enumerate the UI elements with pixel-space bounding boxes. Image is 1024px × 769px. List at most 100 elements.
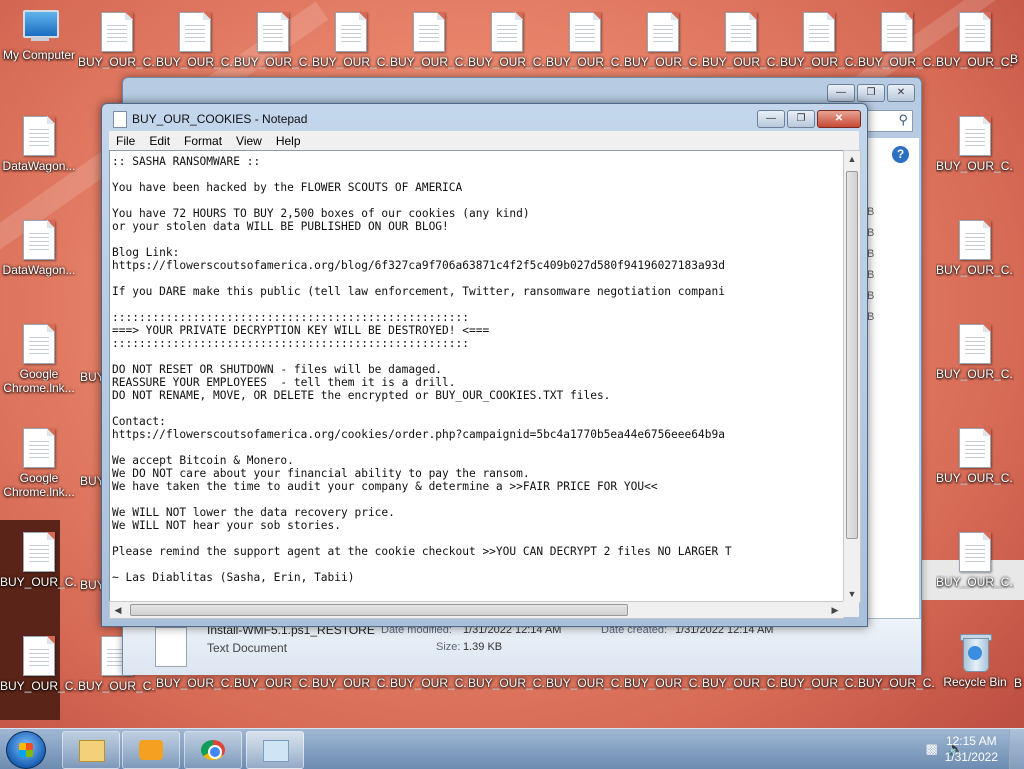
desktop-icon-buy-our-cookies[interactable]: BUY_OUR_C... <box>936 324 1014 381</box>
desktop-icon-buy-our-cookies[interactable]: BUY_OUR_C... <box>390 12 468 69</box>
size-cell: B <box>867 227 875 239</box>
taskbar-media-player-button[interactable] <box>122 731 180 769</box>
start-button[interactable] <box>6 731 46 769</box>
desktop-icon-buy-our-cookies[interactable]: BUY_OUR_C... <box>0 636 78 693</box>
chrome-icon <box>201 740 225 760</box>
maximize-icon[interactable]: ❐ <box>857 84 885 102</box>
menu-edit[interactable]: Edit <box>142 134 177 148</box>
desktop-icon-buy-our-cookies[interactable]: BUY_OUR_C... <box>156 676 234 690</box>
size-label: Size: <box>436 641 461 653</box>
text-editor[interactable]: :: SASHA RANSOMWARE :: You have been hac… <box>109 150 844 603</box>
desktop-icon-buy-our-cookies[interactable]: BUY_OUR_C... <box>468 676 546 690</box>
close-icon[interactable]: ✕ <box>887 84 915 102</box>
desktop-icon-partial[interactable]: BUY <box>80 474 102 488</box>
close-icon[interactable]: ✕ <box>817 110 861 128</box>
text-file-icon <box>803 12 835 52</box>
notepad-icon <box>263 740 289 762</box>
desktop-icon-my-computer[interactable]: My Computer <box>0 10 78 62</box>
desktop-icon-buy-our-cookies[interactable]: BUY_OUR_C... <box>546 12 624 69</box>
menu-help[interactable]: Help <box>269 134 308 148</box>
text-file-icon <box>647 12 679 52</box>
desktop-icon-buy-our-cookies[interactable]: BUY_OUR_C... <box>234 12 312 69</box>
vertical-scrollbar[interactable]: ▲ ▼ <box>843 150 861 603</box>
horizontal-scroll-thumb[interactable] <box>130 604 628 616</box>
scroll-left-icon[interactable]: ◀ <box>110 602 126 618</box>
size-cell: B <box>867 248 875 260</box>
desktop-icon-buy-our-cookies[interactable]: BUY_OUR_C... <box>936 532 1014 589</box>
taskbar-notepad-button[interactable] <box>246 731 304 769</box>
folder-icon <box>79 740 105 762</box>
desktop-icon-buy-our-cookies[interactable]: BUY_OUR_C... <box>858 676 936 690</box>
desktop-icon-partial[interactable]: B <box>1010 52 1024 66</box>
notepad-icon <box>113 111 127 128</box>
desktop-icon-partial[interactable]: B <box>1014 676 1024 690</box>
size-cell: B <box>867 290 875 302</box>
recycle-bin-icon <box>959 632 992 672</box>
ransom-note-text[interactable]: :: SASHA RANSOMWARE :: You have been hac… <box>110 151 843 588</box>
desktop-icon-buy-our-cookies[interactable]: BUY_OUR_C... <box>390 676 468 690</box>
search-icon[interactable]: ⚲ <box>898 112 908 128</box>
desktop-icon-datawagon[interactable]: DataWagon... <box>0 116 78 173</box>
desktop-icon-buy-our-cookies[interactable]: BUY_OUR_C... <box>0 532 78 589</box>
scroll-down-icon[interactable]: ▼ <box>844 586 860 602</box>
network-icon[interactable]: ▩ <box>926 741 938 757</box>
desktop-icon-buy-our-cookies[interactable]: BUY_OUR_C... <box>780 676 858 690</box>
window-title: BUY_OUR_COOKIES - Notepad <box>132 112 308 126</box>
clock[interactable]: 12:15 AM 1/31/2022 <box>945 733 998 765</box>
file-list-pane[interactable] <box>867 138 919 618</box>
menu-bar: File Edit Format View Help <box>109 131 859 150</box>
desktop-icon-buy-our-cookies[interactable]: BUY_OUR_C... <box>624 676 702 690</box>
text-file-icon <box>569 12 601 52</box>
size-cell: B <box>867 311 875 323</box>
taskbar-chrome-button[interactable] <box>184 731 242 769</box>
desktop-icon-buy-our-cookies[interactable]: BUY_OUR_C... <box>312 12 390 69</box>
menu-view[interactable]: View <box>229 134 269 148</box>
text-file-icon <box>23 220 55 260</box>
help-icon[interactable]: ? <box>892 146 909 163</box>
menu-format[interactable]: Format <box>177 134 229 148</box>
desktop-icon-google-chrome[interactable]: Google Chrome.lnk... <box>0 428 78 499</box>
explorer-caption-buttons: — ❐ ✕ <box>827 84 915 102</box>
size-cell: B <box>867 269 875 281</box>
desktop-icon-datawagon[interactable]: DataWagon... <box>0 220 78 277</box>
desktop-icon-buy-our-cookies[interactable]: BUY_OUR_C... <box>936 428 1014 485</box>
vertical-scroll-thumb[interactable] <box>846 171 858 539</box>
text-file-icon <box>959 324 991 364</box>
desktop-icon-buy-our-cookies[interactable]: BUY_OUR_C... <box>858 12 936 69</box>
notepad-window[interactable]: BUY_OUR_COOKIES - Notepad — ❐ ✕ File Edi… <box>101 103 868 627</box>
desktop-icon-buy-our-cookies[interactable]: BUY_OUR_C... <box>624 12 702 69</box>
desktop-icon-partial[interactable]: BUY <box>80 370 102 384</box>
minimize-icon[interactable]: — <box>827 84 855 102</box>
desktop-icon-buy-our-cookies[interactable]: BUY_OUR_C... <box>702 12 780 69</box>
desktop-icon-recycle-bin[interactable]: Recycle Bin <box>936 632 1014 689</box>
horizontal-scrollbar[interactable]: ◀ ▶ <box>109 601 844 619</box>
desktop-icon-buy-our-cookies[interactable]: BUY_OUR_C... <box>312 676 390 690</box>
desktop-icon-buy-our-cookies[interactable]: BUY_OUR_C... <box>234 676 312 690</box>
desktop-icon-partial[interactable]: BUY <box>80 578 102 592</box>
text-file-icon <box>959 428 991 468</box>
desktop-icon-buy-our-cookies[interactable]: BUY_OUR_C... <box>546 676 624 690</box>
text-file-icon <box>413 12 445 52</box>
desktop-icon-buy-our-cookies[interactable]: BUY_OUR_C... <box>936 12 1014 69</box>
desktop-icon-buy-our-cookies[interactable]: BUY_OUR_C... <box>936 220 1014 277</box>
desktop-icon-buy-our-cookies[interactable]: BUY_OUR_C... <box>702 676 780 690</box>
scroll-up-icon[interactable]: ▲ <box>844 151 860 167</box>
minimize-icon[interactable]: — <box>757 110 785 128</box>
desktop-icon-buy-our-cookies[interactable]: BUY_OUR_C... <box>936 116 1014 173</box>
text-file-icon <box>23 324 55 364</box>
menu-file[interactable]: File <box>109 134 142 148</box>
desktop-icon-google-chrome[interactable]: Google Chrome.lnk... <box>0 324 78 395</box>
text-file-icon <box>959 220 991 260</box>
desktop-icon-buy-our-cookies[interactable]: BUY_OUR_C... <box>468 12 546 69</box>
search-input[interactable]: ⚲ <box>863 110 913 132</box>
text-file-icon <box>959 532 991 572</box>
notepad-caption-buttons: — ❐ ✕ <box>757 110 861 128</box>
scroll-right-icon[interactable]: ▶ <box>827 602 843 618</box>
taskbar-explorer-button[interactable] <box>62 731 120 769</box>
desktop-icon-buy-our-cookies[interactable]: BUY_OUR_C... <box>78 12 156 69</box>
maximize-icon[interactable]: ❐ <box>787 110 815 128</box>
desktop-icon-buy-our-cookies[interactable]: BUY_OUR_C... <box>156 12 234 69</box>
size-grip[interactable] <box>843 601 859 617</box>
show-desktop-button[interactable] <box>1009 729 1024 769</box>
desktop-icon-buy-our-cookies[interactable]: BUY_OUR_C... <box>780 12 858 69</box>
